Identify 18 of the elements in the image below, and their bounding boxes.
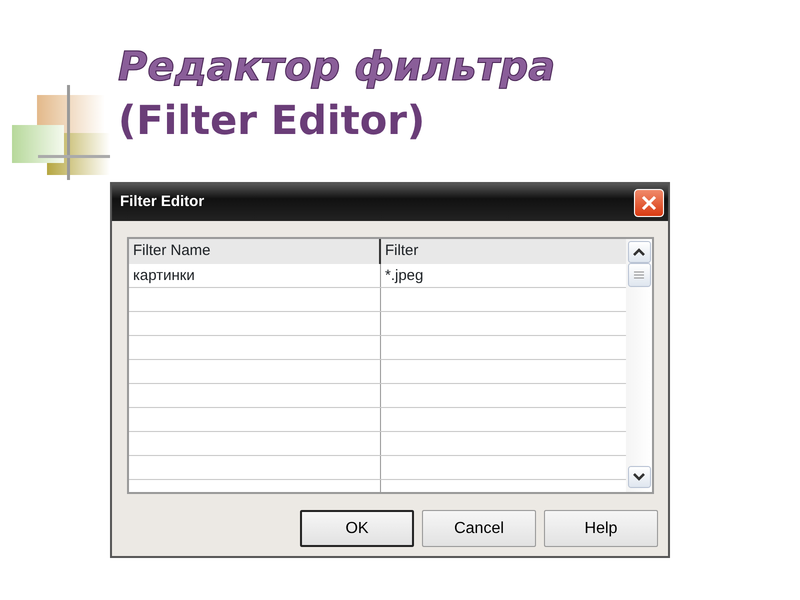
dialog-button[interactable]: OK [300,510,414,547]
dialog-button[interactable]: Help [544,510,658,547]
slide-title: (Filter Editor) [118,97,426,146]
scroll-down-button[interactable] [628,466,650,488]
chevron-down-icon [633,473,645,481]
scroll-thumb[interactable] [628,263,650,287]
grip-icon [634,270,644,280]
close-button[interactable] [634,188,664,216]
slide-title: Редактор фильтра [118,43,556,92]
column-header[interactable]: Filter [385,242,418,259]
table-cell: *.jpeg [385,267,424,284]
scroll-up-button[interactable] [628,241,650,263]
table-cell: картинки [133,267,195,284]
window-title: Filter Editor [120,192,204,212]
chevron-up-icon [633,248,645,256]
column-header[interactable]: Filter Name [133,242,211,259]
dialog-button[interactable]: Cancel [422,510,536,547]
close-icon [641,194,657,210]
